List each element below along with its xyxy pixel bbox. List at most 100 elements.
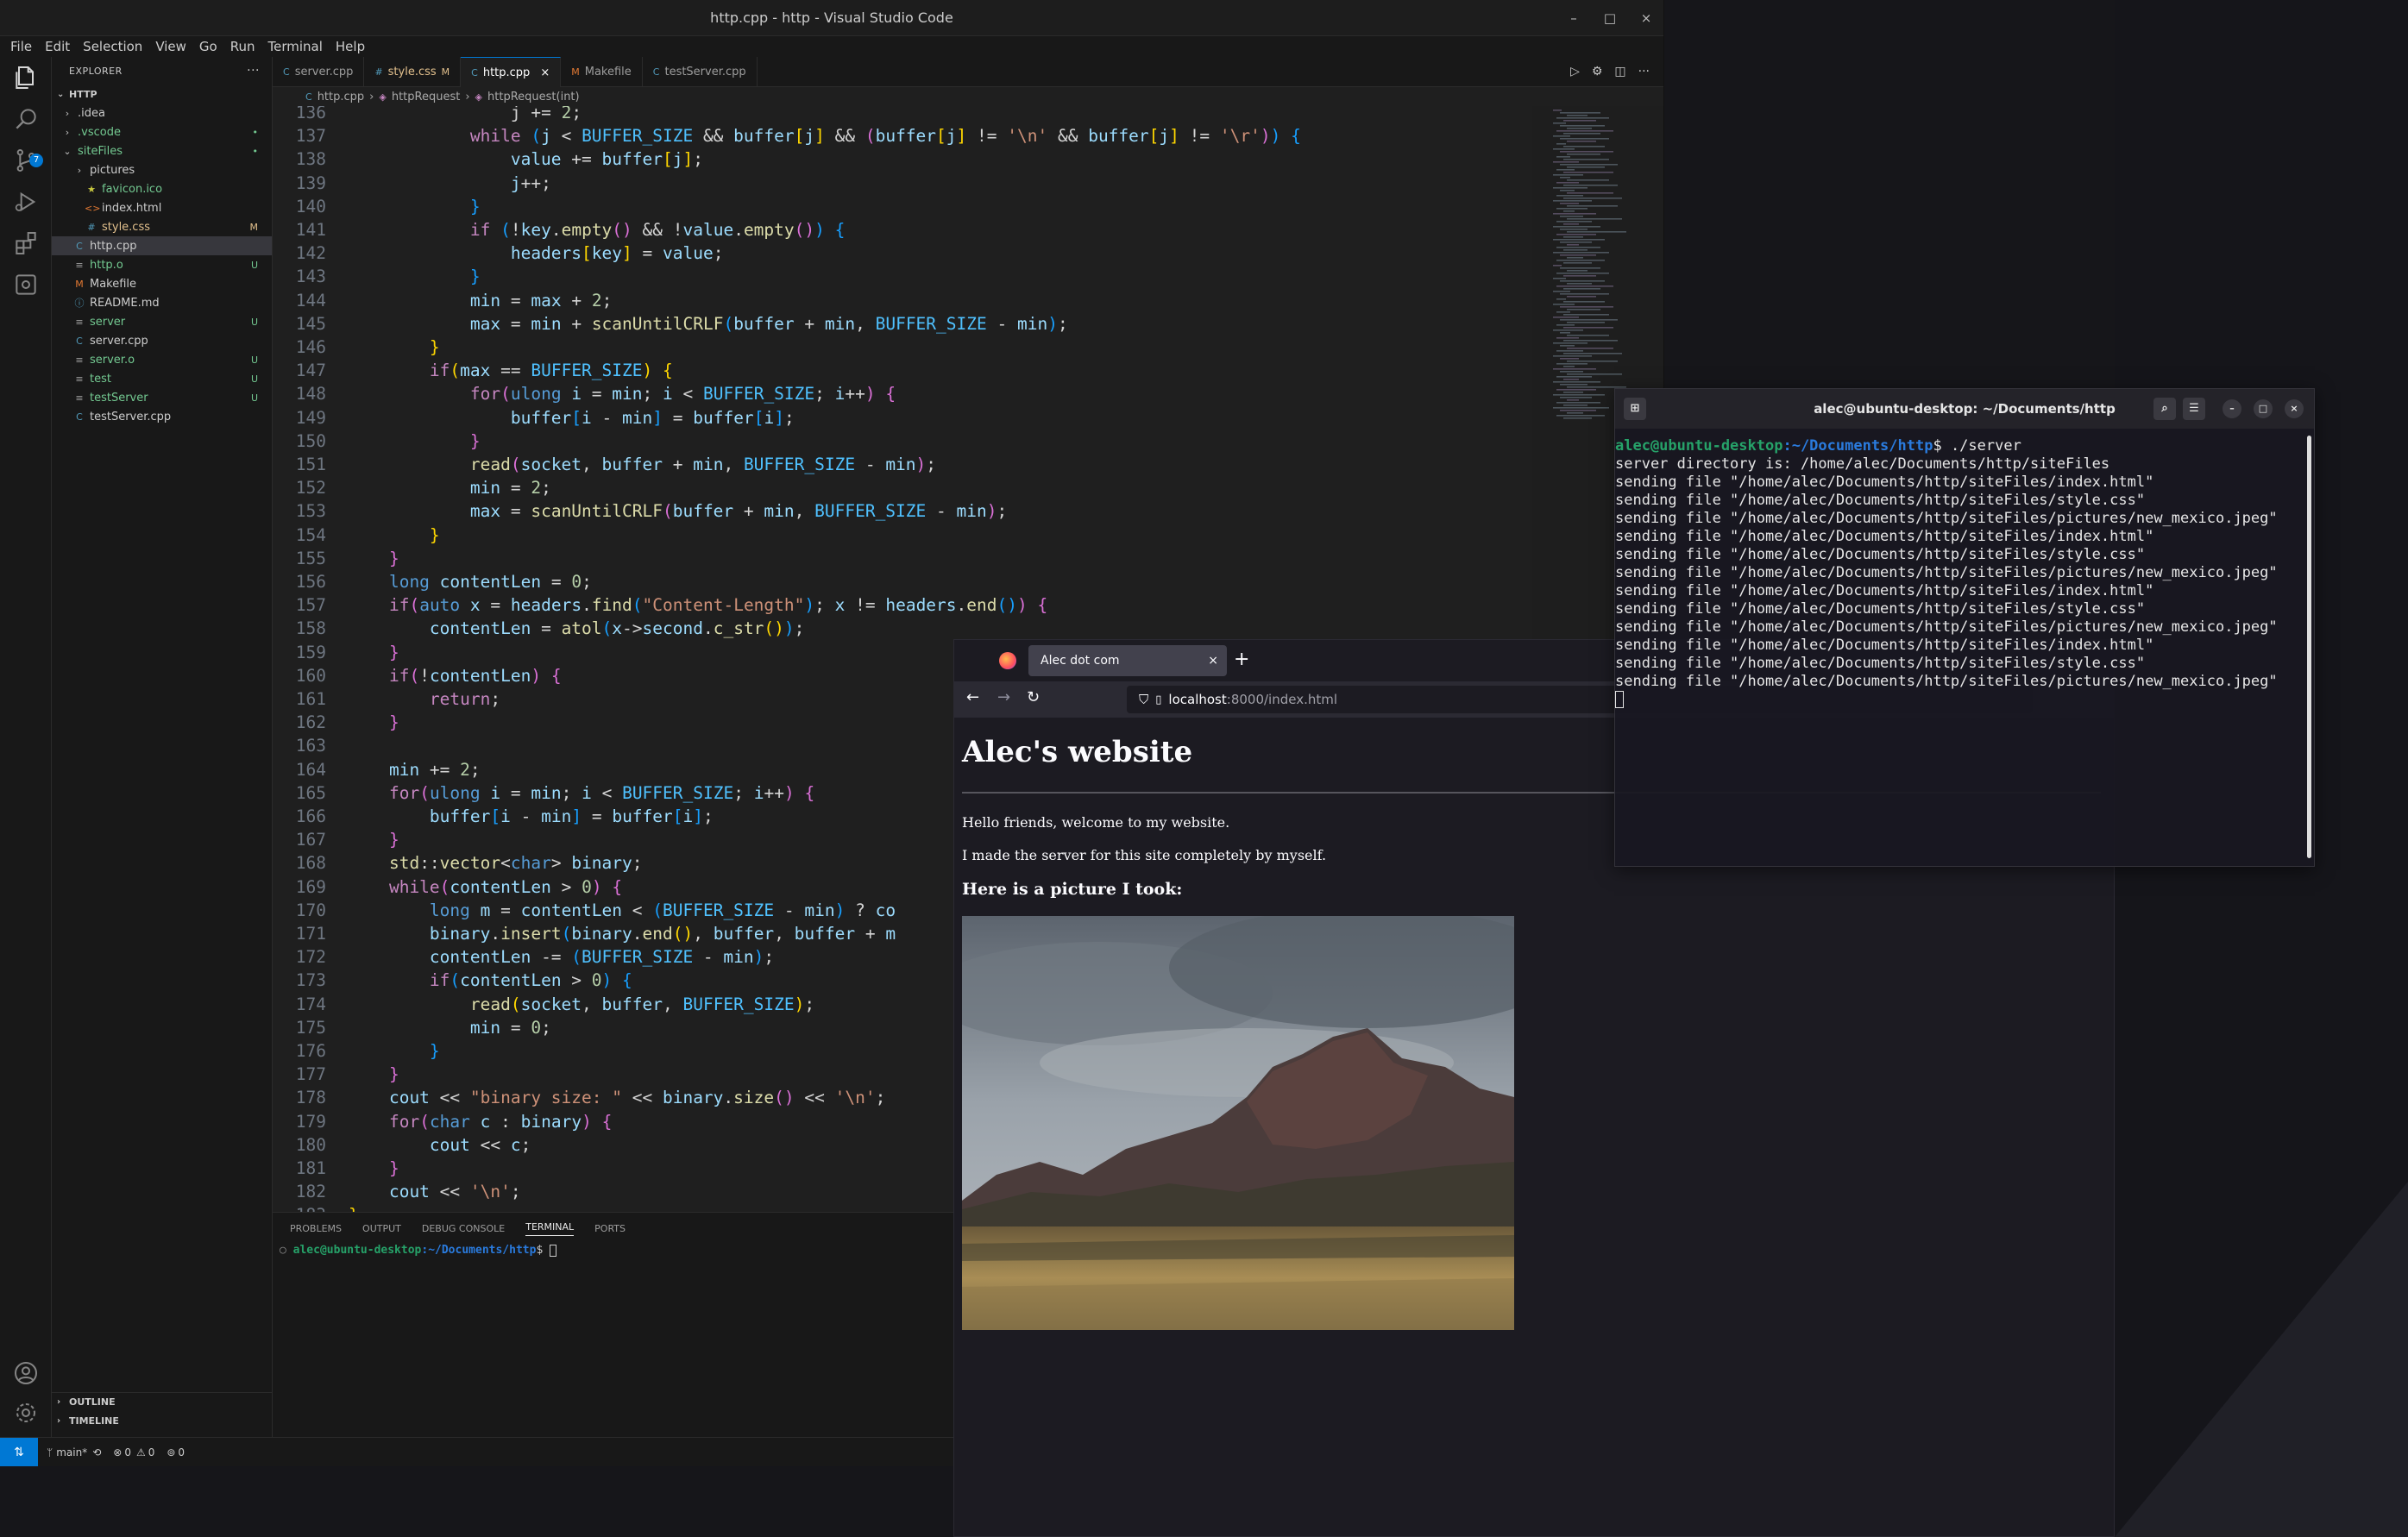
extensions-icon[interactable] — [12, 229, 40, 257]
menu-view[interactable]: View — [155, 39, 186, 54]
page-icon[interactable]: ▯ — [1155, 693, 1161, 706]
code-token: j — [672, 149, 683, 170]
search-icon[interactable]: ⌕ — [2153, 398, 2176, 420]
breadcrumb-signature[interactable]: httpRequest(int) — [487, 91, 580, 104]
timeline-section[interactable]: › TIMELINE — [52, 1411, 272, 1430]
hamburger-menu-icon[interactable]: ☰ — [2183, 398, 2205, 420]
reload-icon[interactable]: ↻ — [1027, 688, 1040, 706]
warning-count[interactable]: 0 — [148, 1446, 155, 1459]
explorer-icon[interactable] — [12, 64, 40, 91]
tree-item[interactable]: › pictures — [52, 160, 272, 179]
tree-item[interactable]: › .vscode • — [52, 122, 272, 141]
code-token: + — [855, 924, 886, 944]
git-status-badge: U — [250, 354, 258, 366]
run-icon[interactable]: ▷ — [1570, 65, 1580, 78]
code-token: [ — [490, 806, 501, 826]
code-token: ] — [622, 243, 632, 264]
new-tab-button[interactable]: + — [1234, 649, 1249, 670]
tree-item[interactable]: ⌄ siteFiles • — [52, 141, 272, 160]
search-icon[interactable] — [12, 105, 40, 133]
back-arrow-icon[interactable]: ← — [966, 688, 979, 706]
tree-item[interactable]: ≡ server.o U — [52, 350, 272, 369]
tree-item[interactable]: Chttp.cpp — [52, 236, 272, 255]
code-token: read — [349, 455, 511, 474]
code-token: ; — [814, 384, 835, 405]
minimap-line — [1553, 213, 1596, 215]
editor-tab[interactable]: CtestServer.cpp — [643, 57, 758, 87]
code-token: contentLen — [349, 947, 531, 968]
panel-tab-ports[interactable]: PORTS — [594, 1223, 626, 1234]
menu-selection[interactable]: Selection — [83, 39, 142, 54]
minimap-line — [1567, 322, 1605, 323]
remote-indicator-icon[interactable]: ⇅ — [0, 1438, 38, 1466]
line-number: 142 — [295, 243, 326, 264]
tree-item[interactable]: ★ favicon.ico — [52, 179, 272, 198]
terminal-scrollbar[interactable] — [2307, 436, 2311, 858]
minimap-line — [1563, 405, 1588, 406]
tree-item[interactable]: ≡ server U — [52, 312, 272, 331]
tree-item[interactable]: Cserver.cpp — [52, 331, 272, 350]
minimap[interactable] — [1546, 106, 1650, 434]
minimize-button[interactable]: – — [1565, 10, 1582, 26]
forward-arrow-icon[interactable]: → — [997, 688, 1010, 706]
code-token: ( — [419, 782, 430, 803]
tree-item[interactable]: › .idea — [52, 104, 272, 122]
sync-icon[interactable]: ⟲ — [92, 1446, 101, 1459]
tree-item[interactable]: CtestServer.cpp — [52, 407, 272, 426]
firefox-logo-icon[interactable] — [999, 652, 1016, 669]
panel-tab-problems[interactable]: PROBLEMS — [290, 1223, 342, 1234]
tree-item[interactable]: ≡ test U — [52, 369, 272, 388]
close-tab-icon[interactable]: × — [1208, 654, 1218, 668]
tree-item[interactable]: ≡ testServer U — [52, 388, 272, 407]
menu-edit[interactable]: Edit — [45, 39, 70, 54]
tree-item[interactable]: ⓘ README.md — [52, 293, 272, 312]
terminal-output-line: server directory is: /home/alec/Document… — [1615, 455, 2110, 473]
panel-tab-debug-console[interactable]: DEBUG CONSOLE — [422, 1223, 505, 1234]
close-icon[interactable]: × — [2285, 399, 2304, 418]
code-token: << — [429, 1088, 470, 1108]
maximize-icon[interactable]: □ — [2254, 399, 2273, 418]
split-editor-icon[interactable]: ◫ — [1614, 65, 1625, 78]
tree-item[interactable]: # style.css M — [52, 217, 272, 236]
editor-tab[interactable]: Cserver.cpp — [273, 57, 365, 87]
panel-tab-terminal[interactable]: TERMINAL — [525, 1221, 575, 1236]
workspace-folder-http[interactable]: ⌄ HTTP — [52, 85, 272, 104]
explorer-more-actions[interactable]: ··· — [247, 64, 260, 78]
maximize-button[interactable]: □ — [1601, 10, 1619, 26]
gear-icon[interactable]: ⚙ — [1592, 65, 1603, 78]
browser-tab[interactable]: Alec dot com × — [1028, 645, 1227, 676]
shield-icon[interactable]: ⛉ — [1139, 692, 1148, 707]
error-count[interactable]: 0 — [124, 1446, 131, 1459]
editor-tab[interactable]: M Makefile — [561, 57, 643, 87]
code-token: x — [612, 618, 623, 639]
breadcrumb-file[interactable]: http.cpp — [318, 91, 364, 104]
tree-item[interactable]: ≡ http.o U — [52, 255, 272, 274]
terminal-output[interactable]: alec@ubuntu-desktop:~/Documents/http$ ./… — [1615, 429, 2314, 709]
menu-help[interactable]: Help — [336, 39, 365, 54]
menu-terminal[interactable]: Terminal — [268, 39, 323, 54]
minimap-line — [1563, 185, 1618, 186]
new-tab-icon[interactable]: ⊞ — [1624, 398, 1646, 420]
menu-go[interactable]: Go — [199, 39, 217, 54]
editor-tab[interactable]: Chttp.cpp × — [461, 57, 562, 87]
more-actions-icon[interactable]: ··· — [1638, 65, 1650, 78]
tree-item[interactable]: M Makefile — [52, 274, 272, 293]
editor-tab[interactable]: # style.css M — [364, 57, 462, 87]
git-branch[interactable]: main* — [56, 1446, 87, 1459]
settings-gear-icon[interactable] — [12, 1399, 40, 1427]
close-tab-icon[interactable]: × — [540, 66, 550, 79]
ports-count[interactable]: 0 — [178, 1446, 185, 1459]
run-debug-icon[interactable] — [12, 188, 40, 216]
panel-tab-output[interactable]: OUTPUT — [362, 1223, 401, 1234]
minimize-icon[interactable]: – — [2223, 399, 2241, 418]
remote-explorer-icon[interactable] — [12, 271, 40, 298]
minimap-line — [1563, 417, 1592, 419]
close-window-button[interactable]: × — [1638, 10, 1655, 26]
outline-section[interactable]: › OUTLINE — [52, 1392, 272, 1411]
menu-file[interactable]: File — [10, 39, 32, 54]
menu-run[interactable]: Run — [230, 39, 255, 54]
accounts-icon[interactable] — [12, 1359, 40, 1387]
line-number: 180 — [295, 1134, 326, 1155]
breadcrumb-function[interactable]: httpRequest — [392, 91, 461, 104]
tree-item[interactable]: <> index.html — [52, 198, 272, 217]
